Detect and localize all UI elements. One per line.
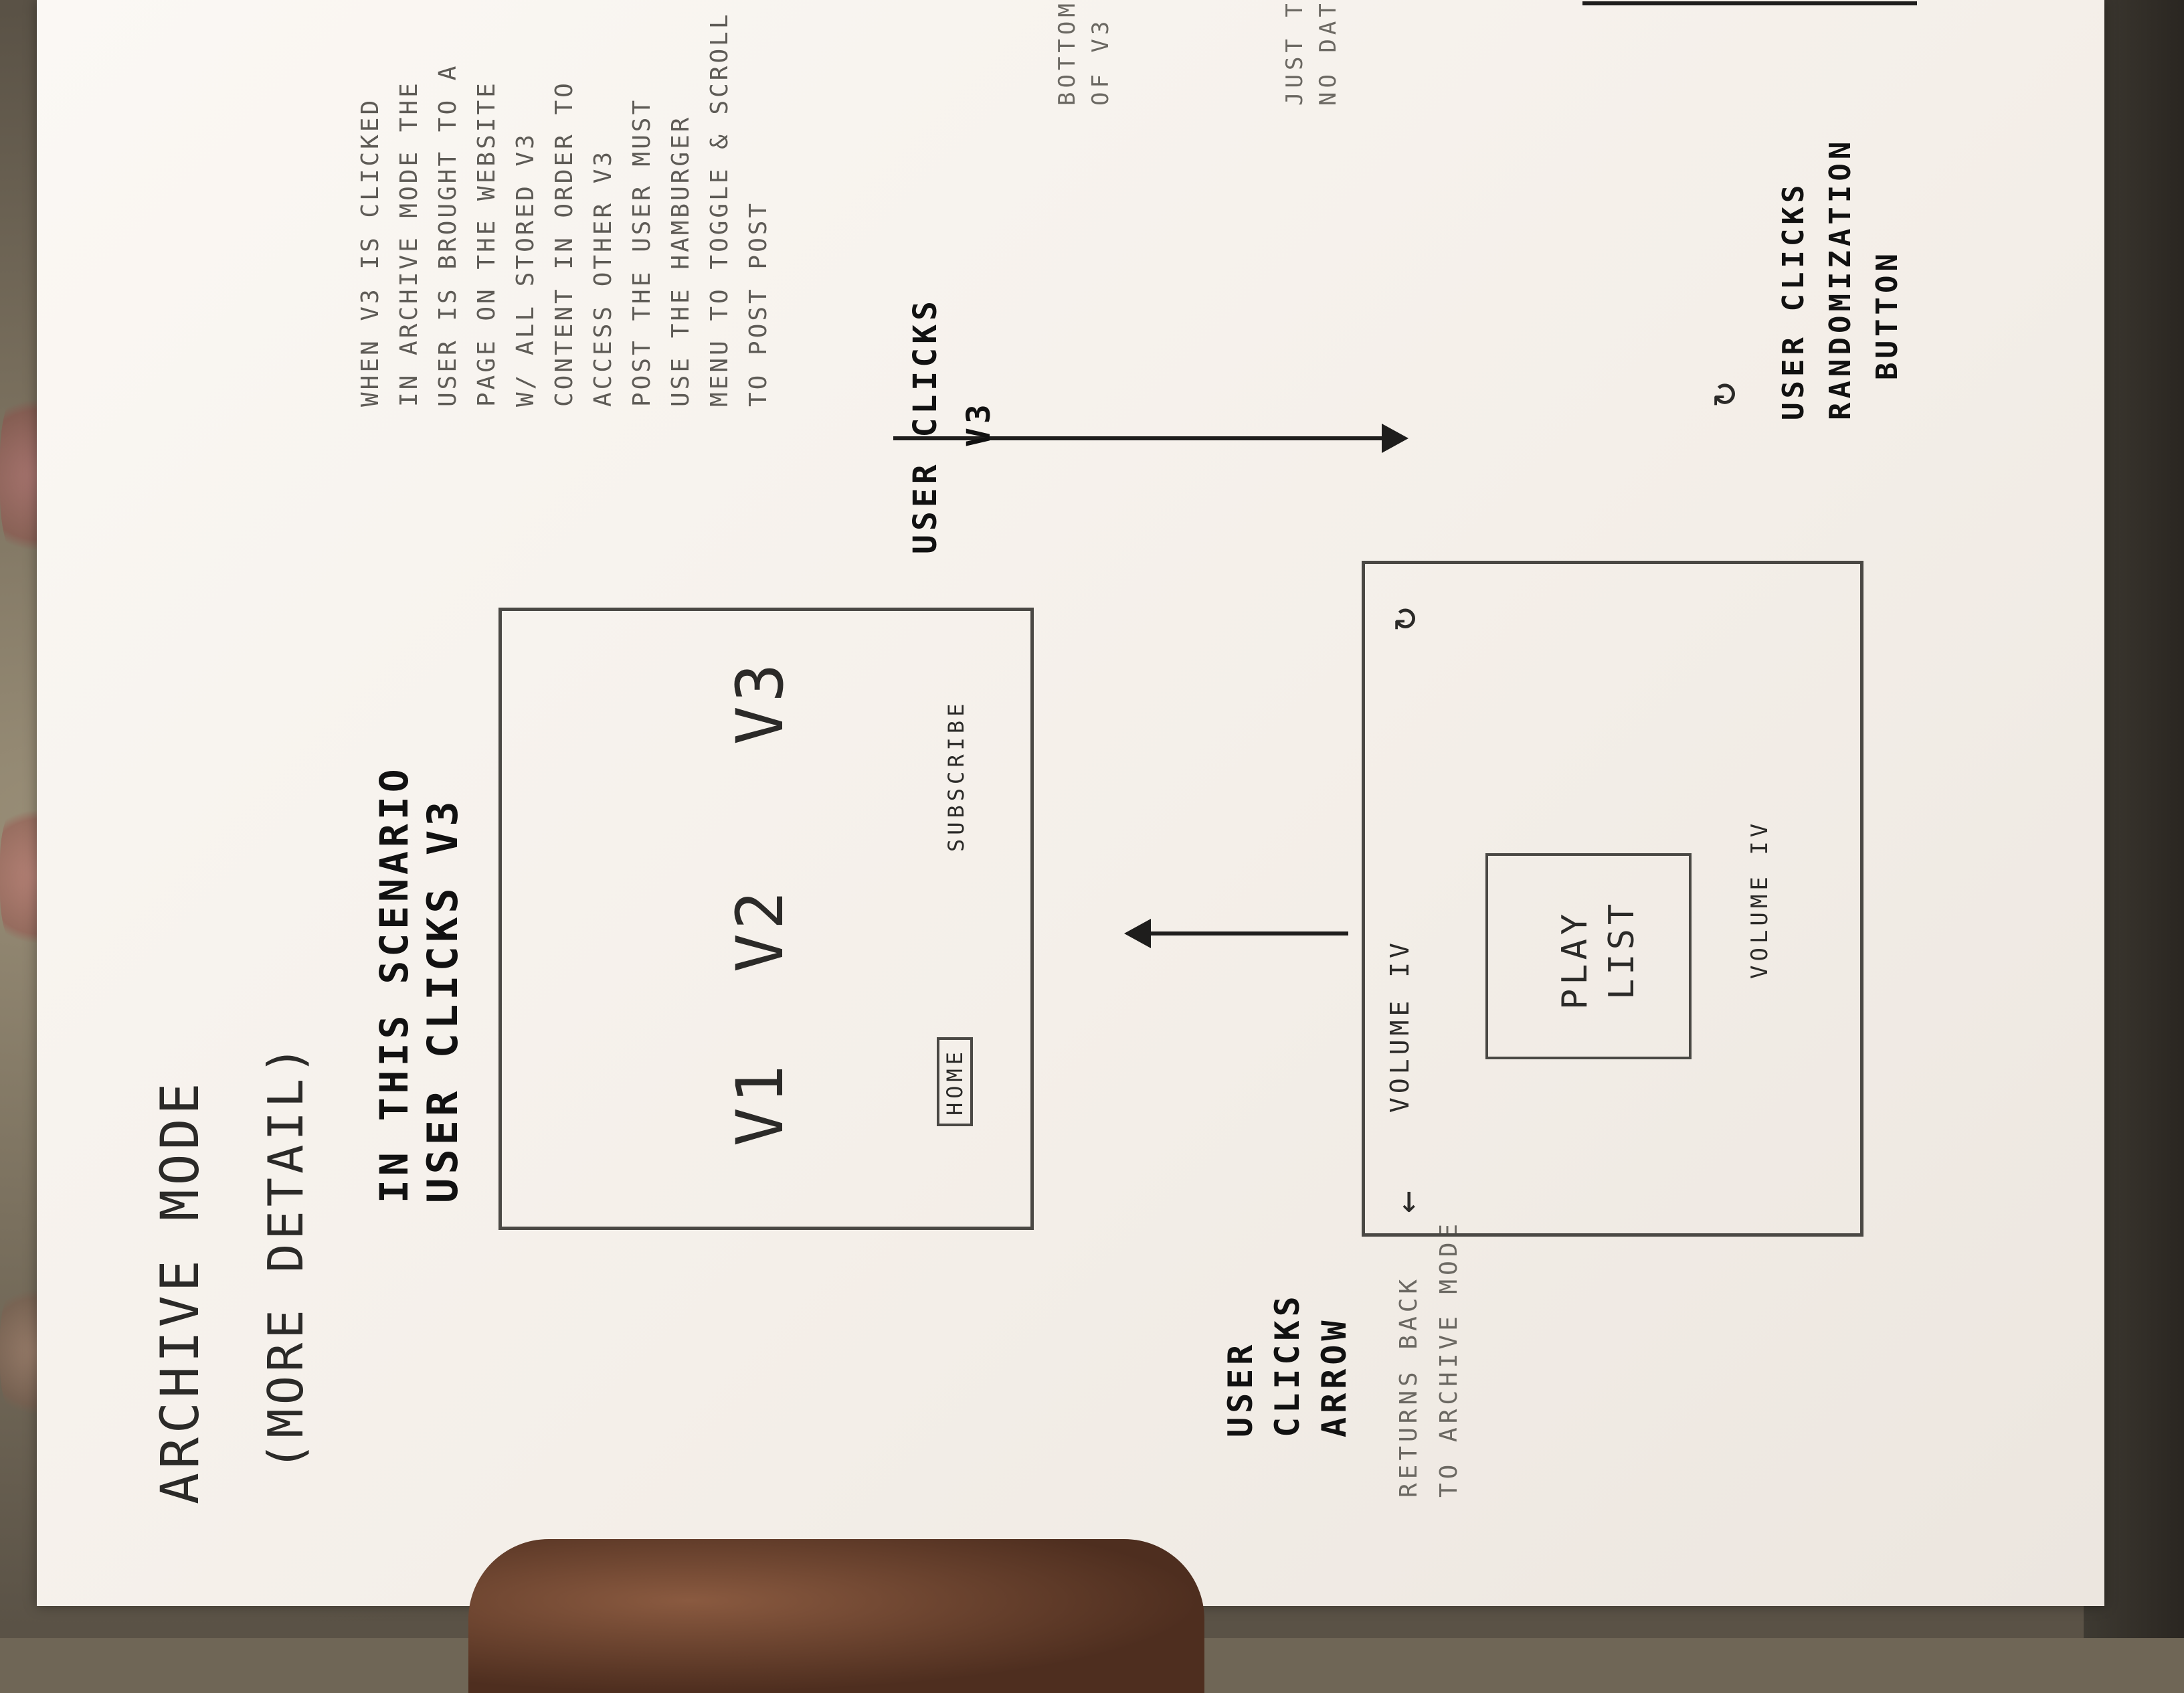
scenario-heading: IN THIS SCENARIO [371, 765, 417, 1203]
cutoff-note-b2: NO DATE [1315, 0, 1342, 106]
subscribe-link[interactable]: SUBSCRIBE [943, 700, 969, 852]
forward-note-line1: USER CLICKS [907, 297, 944, 554]
home-button[interactable]: HOME [937, 1037, 973, 1126]
forward-arrow-head-icon [1382, 424, 1408, 453]
return-arrow-icon [1148, 931, 1348, 935]
cutoff-note-b1: JUST TI [1281, 0, 1308, 106]
v3-note-line: CONTENT IN ORDER TO [551, 80, 578, 407]
scenario-subheading: USER CLICKS V3 [418, 797, 467, 1203]
randomize-note-line3: BUTTON [1870, 250, 1904, 380]
arrow-note-line3: ARROW [1315, 1316, 1354, 1437]
arrow-note-line2: CLICKS [1268, 1292, 1307, 1437]
wireframe-sheet: ARCHIVE MODE (MORE DETAIL) IN THIS SCENA… [37, 0, 2184, 1638]
volume-v2-link[interactable]: V2 [723, 887, 798, 972]
volume-v3-link[interactable]: V3 [723, 659, 798, 745]
thumb [468, 1539, 1204, 1693]
volume-screen-wireframe: ← ↻ VOLUME IV PLAY LIST VOLUME IV [1362, 561, 1863, 1237]
v3-note-line: TO POST POST [745, 200, 772, 407]
randomize-note-line1: USER CLICKS [1777, 181, 1811, 420]
arrow-note-sub2: TO ARCHIVE MODE [1435, 1219, 1463, 1498]
v3-note-line: PAGE ON THE WEBSITE [473, 80, 500, 407]
cutoff-note-a1: BOTTOM [1054, 0, 1081, 106]
page-title: ARCHIVE MODE [151, 1079, 211, 1504]
v3-explanation-note: WHEN V3 IS CLICKED IN ARCHIVE MODE THE U… [351, 12, 778, 408]
volume-footer-label: VOLUME IV [1746, 819, 1773, 979]
back-arrow-button[interactable]: ← [1385, 1186, 1429, 1213]
arrow-note-line1: USER [1221, 1340, 1260, 1437]
v3-note-line: ACCESS OTHER V3 [589, 149, 617, 407]
v3-note-line: MENU TO TOGGLE & SCROLL [706, 11, 733, 408]
cutoff-note-a2: OF V3 P [1087, 0, 1114, 106]
volume-heading: VOLUME IV [1385, 939, 1415, 1113]
v3-note-line: WHEN V3 IS CLICKED [357, 97, 384, 407]
v3-note-line: USER IS BROUGHT TO A [434, 63, 462, 407]
v3-note-line: POST THE USER MUST [628, 97, 656, 407]
return-arrow-head-icon [1124, 919, 1151, 948]
playlist-embed[interactable]: PLAY LIST [1485, 853, 1692, 1059]
randomize-arrow-icon [1582, 1, 1917, 5]
v3-note-line: IN ARCHIVE MODE THE [395, 80, 423, 407]
sketch-paper: ARCHIVE MODE (MORE DETAIL) IN THIS SCENA… [37, 0, 2104, 1606]
randomize-button[interactable]: ↻ [1378, 603, 1425, 631]
v3-note-line: USE THE HAMBURGER [667, 114, 695, 407]
playlist-label-line1: PLAY [1555, 909, 1595, 1010]
home-button-label: HOME [942, 1047, 968, 1116]
archive-screen-wireframe: V1 V2 V3 HOME SUBSCRIBE [498, 608, 1034, 1230]
randomize-note-icon: ↻ [1696, 377, 1745, 407]
randomize-note-line2: RANDOMIZATION [1823, 137, 1857, 420]
v3-note-line: W/ ALL STORED V3 [512, 132, 539, 407]
volume-v1-link[interactable]: V1 [723, 1061, 798, 1146]
arrow-note-sub1: RETURNS BACK [1395, 1275, 1423, 1498]
forward-note-line2: V3 [960, 400, 998, 447]
page-subtitle: (MORE DETAIL) [258, 1041, 314, 1471]
playlist-label-line2: LIST [1602, 899, 1642, 1000]
